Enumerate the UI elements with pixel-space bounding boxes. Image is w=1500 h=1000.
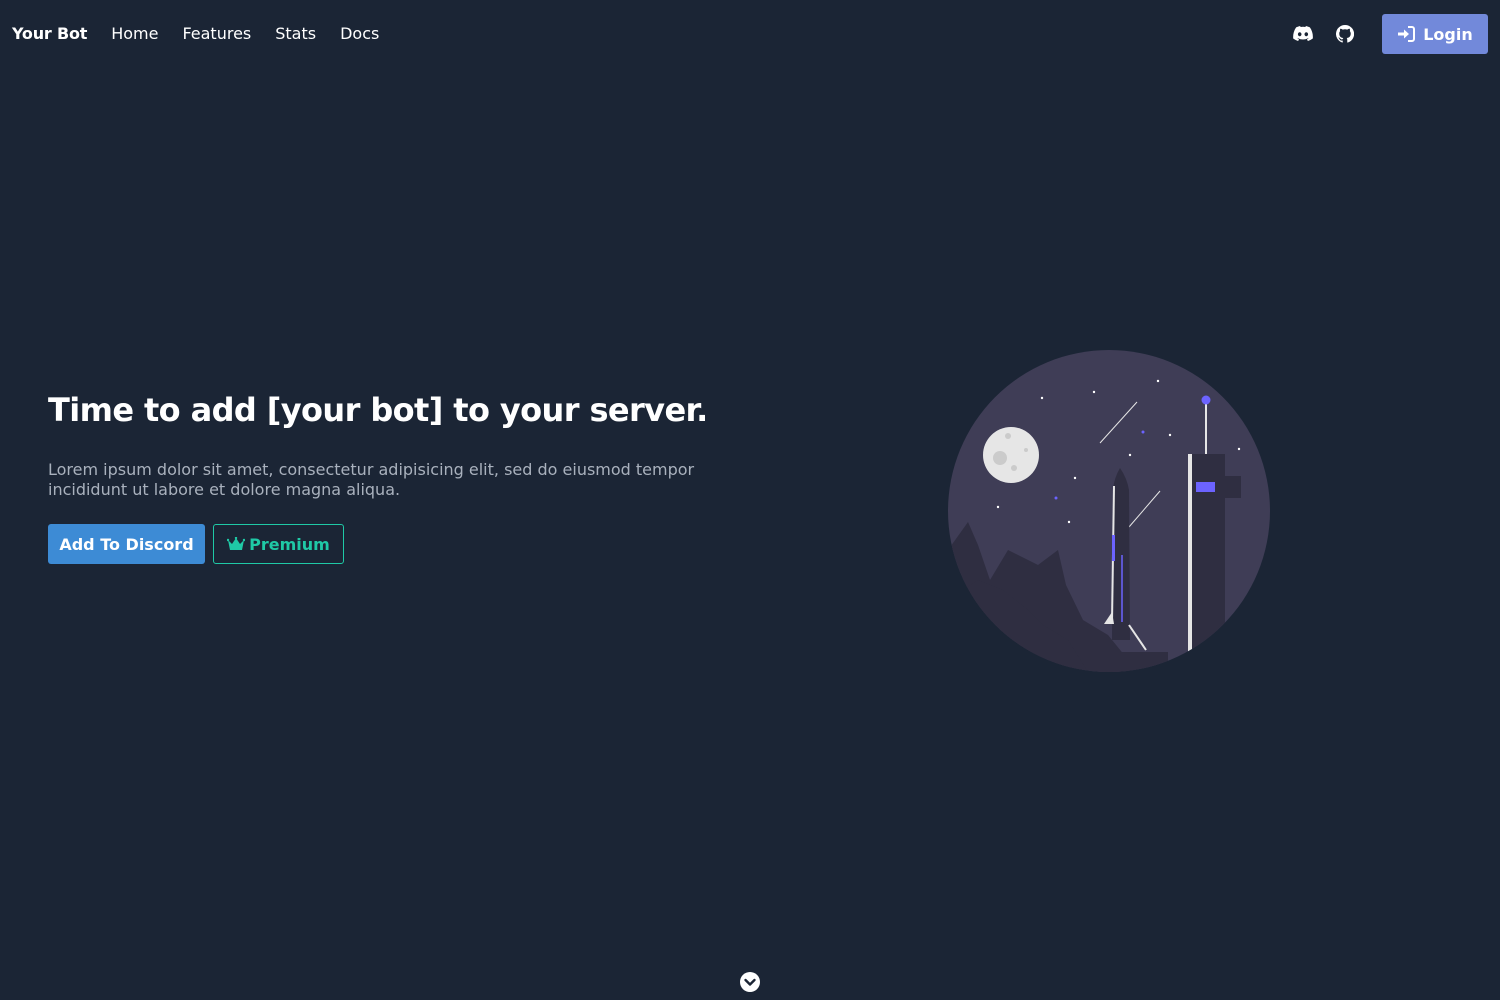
moon-shape (983, 427, 1039, 483)
top-navbar: Your Bot Home Features Stats Docs Login (0, 0, 1500, 66)
nav-link-home[interactable]: Home (111, 24, 158, 43)
hero-subtitle: Lorem ipsum dolor sit amet, consectetur … (48, 460, 695, 499)
add-to-discord-button[interactable]: Add To Discord (48, 524, 205, 564)
github-icon[interactable] (1332, 21, 1358, 47)
nav-right-actions: Login (1290, 14, 1488, 54)
login-label: Login (1423, 24, 1473, 44)
brand-logo-text[interactable]: Your Bot (12, 24, 87, 43)
nav-link-stats[interactable]: Stats (275, 24, 316, 43)
hero-section: Time to add [your bot] to your server. L… (48, 388, 748, 564)
premium-button[interactable]: Premium (213, 524, 344, 564)
rocket-launch-illustration (948, 350, 1270, 672)
discord-icon[interactable] (1290, 21, 1316, 47)
crown-icon (227, 537, 246, 550)
hero-actions: Add To Discord Premium (48, 524, 748, 564)
chevron-down-circle-icon[interactable] (740, 972, 760, 992)
nav-links: Home Features Stats Docs (111, 24, 403, 43)
nav-link-features[interactable]: Features (182, 24, 251, 43)
nav-link-docs[interactable]: Docs (340, 24, 379, 43)
sign-in-icon (1398, 26, 1416, 42)
hero-title: Time to add [your bot] to your server. (48, 391, 708, 429)
premium-label: Premium (249, 534, 330, 554)
login-button[interactable]: Login (1382, 14, 1488, 54)
